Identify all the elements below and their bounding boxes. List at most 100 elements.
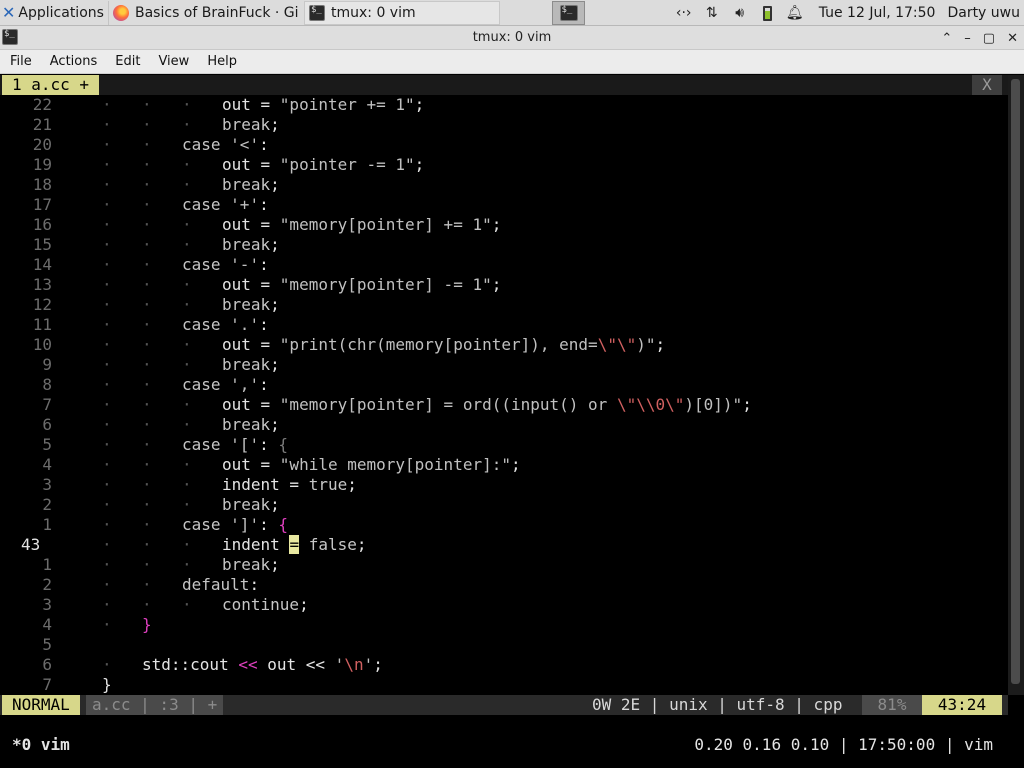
terminal-scrollbar[interactable] (1008, 75, 1024, 695)
menu-view[interactable]: View (148, 54, 197, 69)
code-line[interactable]: 3 · · · continue; (0, 595, 1008, 615)
minimize-icon[interactable]: – (964, 31, 971, 46)
code-token: break (222, 415, 271, 434)
code-text: indent = true; (222, 475, 357, 495)
code-token: ; (270, 235, 280, 254)
menu-file[interactable]: File (0, 54, 40, 69)
top-panel: ✕ Applications Basics of BrainFuck · Gi … (0, 0, 1024, 26)
window-title: tmux: 0 vim (472, 30, 552, 45)
code-line[interactable]: 9 · · · break; (0, 355, 1008, 375)
indent-guide: · (142, 275, 152, 294)
code-token: break (222, 295, 271, 314)
applications-label: Applications (18, 4, 104, 21)
code-token: : (259, 255, 269, 274)
code-line[interactable]: 1 · · · break; (0, 555, 1008, 575)
taskbar-item-firefox[interactable]: Basics of BrainFuck · Gi (108, 1, 304, 25)
code-line[interactable]: 6 · · · break; (0, 415, 1008, 435)
code-line[interactable]: 4 ·} (0, 615, 1008, 635)
code-token: case (182, 135, 231, 154)
applications-menu-button[interactable]: ✕ Applications (0, 0, 108, 26)
indent-guide: · (102, 415, 112, 434)
network-transfer-icon[interactable]: ⇅ (701, 5, 723, 21)
menu-help[interactable]: Help (197, 54, 245, 69)
code-text: break; (222, 495, 280, 515)
taskbar-item-terminal[interactable]: tmux: 0 vim (304, 1, 500, 25)
vim-tab-active[interactable]: 1 a.cc + (2, 75, 100, 95)
user-menu[interactable]: Darty uwu (947, 5, 1020, 21)
code-line[interactable]: 22 · · · out = "pointer += 1"; (0, 95, 1008, 115)
code-line[interactable]: 6 · std::cout << out << '\n'; (0, 655, 1008, 675)
indent-guide: · (102, 95, 112, 114)
clock[interactable]: Tue 12 Jul, 17:50 (819, 5, 936, 21)
code-line[interactable]: 5 · · case '[': { (0, 435, 1008, 455)
notification-bell-icon[interactable]: 🔔︎ (784, 5, 806, 21)
battery-icon[interactable] (762, 5, 772, 21)
code-token: break (222, 115, 271, 134)
code-token: ; (356, 535, 367, 554)
line-number: 16 (32, 215, 52, 234)
indent-guide: · (182, 475, 192, 494)
line-number: 21 (32, 115, 52, 134)
code-line[interactable]: 7 · · · out = "memory[pointer] = ord((input(… (0, 395, 1008, 415)
code-line[interactable]: 19 · · · out = "pointer -= 1"; (0, 155, 1008, 175)
code-text: break; (222, 235, 280, 255)
terminal-area[interactable]: 1 a.cc + X 22 · · · out = "pointer += 1"; 21 ·… (0, 75, 1024, 768)
indent-guide: · (142, 555, 152, 574)
code-token: indent (222, 535, 290, 554)
indent-guide: · (102, 535, 112, 554)
code-token: ; (270, 295, 280, 314)
code-line[interactable]: 11 · · case '.': (0, 315, 1008, 335)
code-line[interactable]: 14 · · case '-': (0, 255, 1008, 275)
code-line[interactable]: 13 · · · out = "memory[pointer] -= 1"; (0, 275, 1008, 295)
volume-icon[interactable]: 🔊︎ (729, 5, 751, 21)
code-text: case '+': (182, 195, 269, 215)
indent-guide: · (102, 655, 112, 674)
code-line[interactable]: 21 · · · break; (0, 115, 1008, 135)
code-line[interactable]: 8 · · case ',': (0, 375, 1008, 395)
indent-guide: · (182, 275, 192, 294)
code-line[interactable]: 15 · · · break; (0, 235, 1008, 255)
shade-icon[interactable]: ⌃ (941, 31, 952, 46)
indent-guide: · (142, 495, 152, 514)
indent-guide: · (182, 155, 192, 174)
maximize-icon[interactable]: ▢ (983, 31, 995, 46)
code-token: ; (742, 395, 752, 414)
code-line[interactable]: 16 · · · out = "memory[pointer] += 1"; (0, 215, 1008, 235)
code-line[interactable]: 5 (0, 635, 1008, 655)
indent-guide: · (142, 95, 152, 114)
code-line[interactable]: 7} (0, 675, 1008, 695)
code-line[interactable]: 2 · · · break; (0, 495, 1008, 515)
network-arrows-icon[interactable]: ‹·› (673, 5, 695, 21)
code-text: } (142, 615, 152, 635)
code-line[interactable]: 3 · · · indent = true; (0, 475, 1008, 495)
code-line[interactable]: 1 · · case ']': { (0, 515, 1008, 535)
code-line[interactable]: 17 · · case '+': (0, 195, 1008, 215)
code-line[interactable]: 4 · · · out = "while memory[pointer]:"; (0, 455, 1008, 475)
code-line[interactable]: 10 · · · out = "print(chr(memory[pointer]), … (0, 335, 1008, 355)
code-token: case (182, 255, 231, 274)
menu-actions[interactable]: Actions (40, 54, 106, 69)
vim-editor[interactable]: 22 · · · out = "pointer += 1"; 21 · · · break; 20 ·… (0, 95, 1008, 695)
code-text: case '[': { (182, 435, 288, 455)
code-text: indent = false; (222, 535, 367, 555)
indent-guide: · (182, 235, 192, 254)
code-line[interactable]: 20 · · case '<': (0, 135, 1008, 155)
code-token: "memory[pointer] = ord((input() or (279, 395, 617, 414)
indent-guide: · (102, 435, 112, 454)
window-terminal-icon[interactable] (2, 29, 18, 45)
code-line[interactable]: 2 · · default: (0, 575, 1008, 595)
code-line[interactable]: 18 · · · break; (0, 175, 1008, 195)
window-titlebar[interactable]: tmux: 0 vim ⌃ – ▢ ✕ (0, 26, 1024, 50)
workspace-switcher-button[interactable] (552, 1, 585, 25)
xfce-logo-icon: ✕ (2, 3, 16, 22)
code-token: out = (222, 95, 280, 114)
menu-edit[interactable]: Edit (105, 54, 148, 69)
indent-guide: · (182, 455, 192, 474)
tmux-window-label[interactable]: *0 vim (12, 735, 70, 755)
close-icon[interactable]: ✕ (1007, 31, 1018, 46)
vim-tab-close-button[interactable]: X (972, 75, 1002, 95)
indent-guide: · (142, 595, 152, 614)
code-line[interactable]: 43 · · · indent = false; (0, 535, 1008, 555)
code-text: out = "memory[pointer] += 1"; (222, 215, 501, 235)
code-line[interactable]: 12 · · · break; (0, 295, 1008, 315)
